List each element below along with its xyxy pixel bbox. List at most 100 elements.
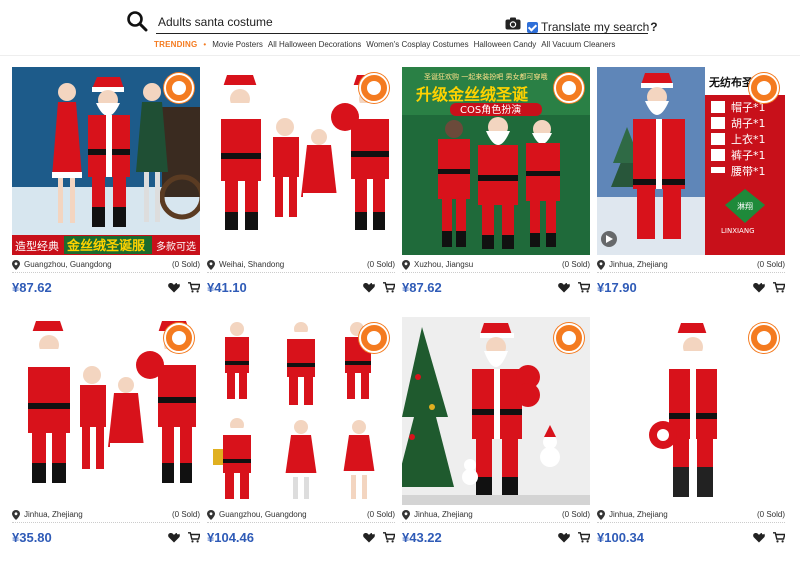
trending-item[interactable]: All Halloween Decorations: [268, 40, 361, 49]
product-location: Jinhua, Zhejiang: [414, 510, 473, 519]
product-location: Jinhua, Zhejiang: [609, 260, 668, 269]
sold-count: (0 Sold): [756, 510, 785, 519]
image-item-text: 帽子*1: [731, 101, 766, 114]
product-price: ¥41.10: [207, 279, 247, 295]
header: Translate my search ? TRENDING • Movie P…: [0, 0, 800, 56]
translate-label: Translate my search: [541, 20, 650, 34]
product-image[interactable]: 无纺布圣诞套 帽子*1 胡子*1 上衣*1 裤子*1 腰带*1 淋翔 LINXI…: [597, 67, 785, 255]
price-row: ¥17.90: [597, 277, 785, 297]
price-row: ¥100.34: [597, 527, 785, 547]
location-row: Weihai, Shandong (0 Sold): [207, 257, 395, 273]
cart-icon[interactable]: [578, 531, 590, 543]
product-image[interactable]: [402, 317, 590, 505]
seller-badge-icon: [359, 73, 389, 103]
trending-item[interactable]: Movie Posters: [212, 40, 263, 49]
seller-badge-icon: [749, 73, 779, 103]
cart-icon[interactable]: [188, 281, 200, 293]
product-image[interactable]: [207, 67, 395, 255]
image-item-text: 胡子*1: [731, 116, 766, 130]
product-location: Xuzhou, Jiangsu: [414, 260, 474, 269]
image-main-text: 升级金丝绒圣诞: [416, 85, 529, 104]
add-favorite-icon[interactable]: [363, 282, 375, 293]
product-price: ¥43.22: [402, 529, 442, 545]
product-location: Guangzhou, Guangdong: [24, 260, 112, 269]
location-row: Jinhua, Zhejiang (0 Sold): [597, 507, 785, 523]
price-row: ¥41.10: [207, 277, 395, 297]
product-location: Guangzhou, Guangdong: [219, 510, 307, 519]
sold-count: (0 Sold): [171, 510, 200, 519]
sold-count: (0 Sold): [366, 260, 395, 269]
location-row: Guangzhou, Guangdong (0 Sold): [12, 257, 200, 273]
location-row: Jinhua, Zhejiang (0 Sold): [597, 257, 785, 273]
location-pin-icon: [207, 259, 215, 270]
sold-count: (0 Sold): [561, 260, 590, 269]
trending-bar: TRENDING • Movie Posters All Halloween D…: [154, 38, 620, 50]
location-row: Xuzhou, Jiangsu (0 Sold): [402, 257, 590, 273]
sold-count: (0 Sold): [756, 260, 785, 269]
image-item-text: 裤子*1: [731, 148, 766, 162]
translate-checkbox[interactable]: [527, 21, 538, 33]
image-top-text: 圣诞狂欢购 一起来装扮吧 男女都可穿哦: [424, 72, 547, 81]
product-location: Weihai, Shandong: [219, 260, 285, 269]
seller-badge-icon: [554, 323, 584, 353]
location-row: Jinhua, Zhejiang (0 Sold): [402, 507, 590, 523]
cart-icon[interactable]: [383, 531, 395, 543]
product-image[interactable]: 圣诞狂欢购 一起来装扮吧 男女都可穿哦 升级金丝绒圣诞 COS角色扮演: [402, 67, 590, 255]
price-row: ¥35.80: [12, 527, 200, 547]
add-favorite-icon[interactable]: [363, 532, 375, 543]
seller-badge-icon: [359, 323, 389, 353]
trending-separator: •: [203, 39, 207, 49]
product-location: Jinhua, Zhejiang: [609, 510, 668, 519]
add-favorite-icon[interactable]: [168, 282, 180, 293]
product-price: ¥17.90: [597, 279, 637, 295]
image-item-text: 腰带*1: [731, 165, 766, 178]
product-price: ¥104.46: [207, 529, 254, 545]
price-row: ¥43.22: [402, 527, 590, 547]
add-favorite-icon[interactable]: [168, 532, 180, 543]
banner-right-text: 多款可选: [156, 240, 196, 253]
location-pin-icon: [402, 259, 410, 270]
search-icon[interactable]: [126, 10, 148, 32]
translate-help-icon[interactable]: ?: [650, 20, 657, 34]
trending-label: TRENDING: [154, 39, 198, 49]
location-pin-icon: [597, 509, 605, 520]
translate-toggle[interactable]: Translate my search ?: [527, 19, 658, 35]
image-logo-text: 淋翔: [737, 201, 753, 211]
price-row: ¥87.62: [402, 277, 590, 297]
product-image[interactable]: 造型经典 金丝绒圣诞服 多款可选: [12, 67, 200, 255]
image-logo-en-text: LINXIANG: [721, 227, 755, 235]
location-row: Jinhua, Zhejiang (0 Sold): [12, 507, 200, 523]
seller-badge-icon: [164, 73, 194, 103]
location-pin-icon: [597, 259, 605, 270]
seller-badge-icon: [554, 73, 584, 103]
banner-main-text: 金丝绒圣诞服: [66, 238, 146, 254]
add-favorite-icon[interactable]: [753, 282, 765, 293]
product-image[interactable]: [207, 317, 395, 505]
cart-icon[interactable]: [578, 281, 590, 293]
camera-icon[interactable]: [505, 17, 521, 30]
product-image[interactable]: [12, 317, 200, 505]
sold-count: (0 Sold): [366, 510, 395, 519]
trending-item[interactable]: Halloween Candy: [474, 40, 537, 49]
price-row: ¥87.62: [12, 277, 200, 297]
product-price: ¥87.62: [402, 279, 442, 295]
image-item-text: 上衣*1: [731, 132, 766, 146]
cart-icon[interactable]: [773, 281, 785, 293]
product-location: Jinhua, Zhejiang: [24, 510, 83, 519]
seller-badge-icon: [164, 323, 194, 353]
price-row: ¥104.46: [207, 527, 395, 547]
product-image[interactable]: [597, 317, 785, 505]
cart-icon[interactable]: [773, 531, 785, 543]
image-sub-text: COS角色扮演: [460, 103, 521, 116]
add-favorite-icon[interactable]: [753, 532, 765, 543]
banner-left-text: 造型经典: [15, 239, 59, 253]
cart-icon[interactable]: [188, 531, 200, 543]
seller-badge-icon: [749, 323, 779, 353]
add-favorite-icon[interactable]: [558, 532, 570, 543]
add-favorite-icon[interactable]: [558, 282, 570, 293]
trending-item[interactable]: Women's Cosplay Costumes: [366, 40, 468, 49]
cart-icon[interactable]: [383, 281, 395, 293]
product-price: ¥35.80: [12, 529, 52, 545]
trending-item[interactable]: All Vacuum Cleaners: [541, 40, 615, 49]
product-price: ¥87.62: [12, 279, 52, 295]
